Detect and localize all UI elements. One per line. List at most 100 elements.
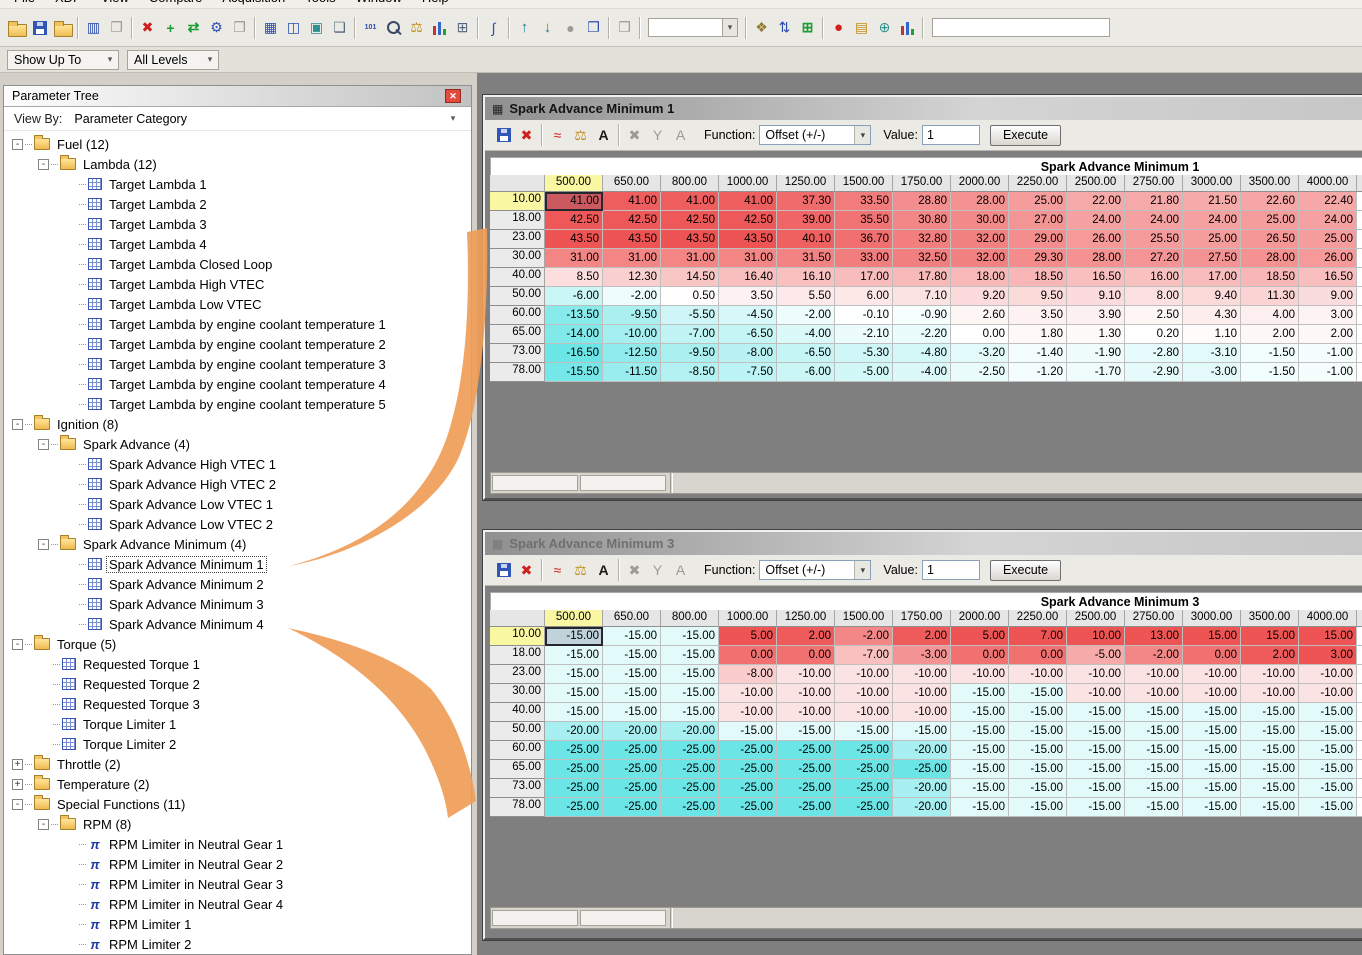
row-header[interactable]: 30.00 <box>490 249 545 268</box>
table-cell[interactable]: -25.00 <box>545 798 603 817</box>
table-cell[interactable]: -15.00 <box>1183 722 1241 741</box>
table-cell[interactable]: -15.00 <box>1299 798 1357 817</box>
table-cell[interactable]: -15.00 <box>1299 760 1357 779</box>
col-header[interactable]: 3000.00 <box>1183 175 1241 192</box>
table-cell[interactable]: 21.80 <box>1125 192 1183 211</box>
menu-view[interactable]: View <box>91 0 139 5</box>
table-cell[interactable]: -12.50 <box>603 344 661 363</box>
col-header[interactable]: 2500.00 <box>1067 175 1125 192</box>
stop-icon[interactable]: ● <box>559 17 582 39</box>
tree-item[interactable]: Target Lambda 3 <box>4 214 471 234</box>
interpolate-x-icon[interactable]: ✖ <box>623 559 646 581</box>
table-cell[interactable]: -16.50 <box>545 344 603 363</box>
table-cell[interactable]: -15.00 <box>1125 798 1183 817</box>
table-cell[interactable]: -15.00 <box>1299 722 1357 741</box>
table-cell[interactable]: -10.00 <box>1299 684 1357 703</box>
tree-item[interactable]: Requested Torque 2 <box>4 674 471 694</box>
table-cell[interactable]: -25.00 <box>777 798 835 817</box>
table-cell[interactable]: -15.00 <box>951 760 1009 779</box>
find-icon[interactable] <box>382 17 405 39</box>
tree-item[interactable]: Target Lambda 4 <box>4 234 471 254</box>
tree-item[interactable]: Spark Advance Minimum 2 <box>4 574 471 594</box>
col-header[interactable]: 2500.00 <box>1067 610 1125 627</box>
table-cell[interactable]: 29.00 <box>1009 230 1067 249</box>
save-icon[interactable] <box>28 17 51 39</box>
table-cell[interactable]: -15.00 <box>1009 798 1067 817</box>
table-cell[interactable]: -15.00 <box>951 798 1009 817</box>
table-cell[interactable]: 43.50 <box>661 230 719 249</box>
col-header[interactable]: 2250.00 <box>1009 610 1067 627</box>
table-cell[interactable]: 5.00 <box>951 627 1009 646</box>
table-cell[interactable]: -15.00 <box>603 703 661 722</box>
col-header[interactable]: 1500.00 <box>835 175 893 192</box>
col-header[interactable]: 1250.00 <box>777 610 835 627</box>
table-cell[interactable]: -9.50 <box>603 306 661 325</box>
table-cell[interactable]: 17.00 <box>835 268 893 287</box>
table-cell[interactable]: 33.00 <box>835 249 893 268</box>
table-cell[interactable]: -5.50 <box>661 306 719 325</box>
table-cell[interactable]: -15.00 <box>1241 703 1299 722</box>
row-header[interactable]: 65.00 <box>490 760 545 779</box>
table-cell[interactable]: 42.50 <box>545 211 603 230</box>
compare-icon[interactable]: ▥ <box>82 17 105 39</box>
table-cell[interactable]: 25.00 <box>1241 211 1299 230</box>
collapse-icon[interactable]: - <box>12 139 23 150</box>
tree-item[interactable]: Spark Advance Minimum 3 <box>4 594 471 614</box>
tree-item[interactable]: Target Lambda Closed Loop <box>4 254 471 274</box>
table-cell[interactable]: 3.00 <box>1299 306 1357 325</box>
table-cell[interactable]: -15.00 <box>1067 760 1125 779</box>
table-cell[interactable]: -25.00 <box>603 760 661 779</box>
value-input[interactable]: 1 <box>922 125 980 145</box>
tree-item[interactable]: Requested Torque 3 <box>4 694 471 714</box>
tree-item[interactable]: -RPM (8) <box>4 814 471 834</box>
table-cell[interactable]: -10.00 <box>835 684 893 703</box>
tree-item[interactable]: πRPM Limiter 2 <box>4 934 471 954</box>
table-cell[interactable]: 1.80 <box>1009 325 1067 344</box>
table-cell[interactable]: -15.00 <box>951 722 1009 741</box>
table-cell[interactable]: -2.00 <box>835 627 893 646</box>
table-cell[interactable]: -10.00 <box>777 665 835 684</box>
monitor-icon[interactable]: ▣ <box>305 17 328 39</box>
toolbar-combobox[interactable]: ▾ <box>648 18 738 37</box>
col-header[interactable]: 1000.00 <box>719 610 777 627</box>
table-cell[interactable]: 16.10 <box>777 268 835 287</box>
graph-trace-icon[interactable]: ≈ <box>546 124 569 146</box>
delete-icon[interactable]: ✖ <box>136 17 159 39</box>
table-cell[interactable] <box>1357 722 1362 741</box>
table-cell[interactable]: -8.00 <box>719 665 777 684</box>
row-header[interactable]: 50.00 <box>490 722 545 741</box>
menu-file[interactable]: File <box>4 0 45 5</box>
table-cell[interactable]: 33.50 <box>835 192 893 211</box>
tree-item[interactable]: Spark Advance Low VTEC 1 <box>4 494 471 514</box>
table-cell[interactable]: 36.70 <box>835 230 893 249</box>
execute-button[interactable]: Execute <box>990 560 1061 581</box>
table-cell[interactable]: 37.30 <box>777 192 835 211</box>
table-cell[interactable]: -7.00 <box>835 646 893 665</box>
tree-item[interactable]: Target Lambda 2 <box>4 194 471 214</box>
table-cell[interactable]: -4.50 <box>719 306 777 325</box>
table-cell[interactable]: 15.00 <box>1299 627 1357 646</box>
col-header[interactable] <box>1357 175 1362 192</box>
row-header[interactable]: 40.00 <box>490 268 545 287</box>
table-cell[interactable]: 0.00 <box>777 646 835 665</box>
table-cell[interactable]: -15.00 <box>951 779 1009 798</box>
table-cell[interactable]: -15.00 <box>777 722 835 741</box>
table-cell[interactable]: 31.00 <box>545 249 603 268</box>
table-cell[interactable]: 41.00 <box>545 192 603 211</box>
col-header[interactable]: 800.00 <box>661 610 719 627</box>
table-cell[interactable]: 26.00 <box>1067 230 1125 249</box>
tree-item[interactable]: -Lambda (12) <box>4 154 471 174</box>
table-cell[interactable]: -10.00 <box>1009 665 1067 684</box>
table-cell[interactable]: 28.00 <box>1241 249 1299 268</box>
table-cell[interactable]: 24.00 <box>1125 211 1183 230</box>
row-header[interactable]: 10.00 <box>490 627 545 646</box>
tree-item[interactable]: Target Lambda Low VTEC <box>4 294 471 314</box>
table-cell[interactable]: -25.00 <box>603 779 661 798</box>
col-header[interactable]: 500.00 <box>545 175 603 192</box>
split-view-icon[interactable]: ◫ <box>282 17 305 39</box>
table-cell[interactable]: -11.50 <box>603 363 661 382</box>
collapse-icon[interactable]: - <box>38 539 49 550</box>
row-header[interactable]: 60.00 <box>490 741 545 760</box>
tree-item[interactable]: -Ignition (8) <box>4 414 471 434</box>
table-cell[interactable]: 39.00 <box>777 211 835 230</box>
